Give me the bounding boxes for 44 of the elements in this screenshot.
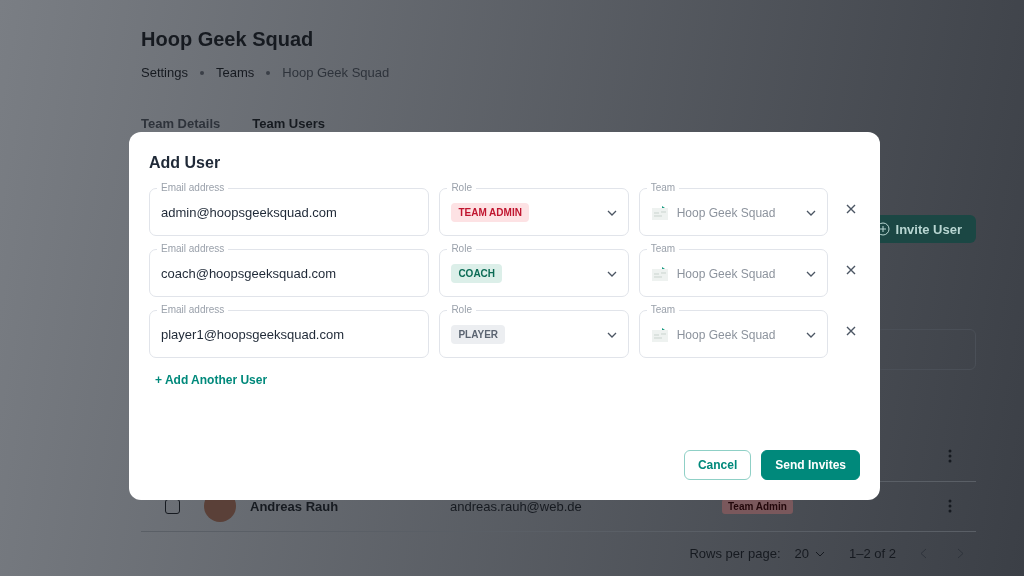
team-logo-icon bbox=[650, 204, 669, 221]
role-badge: COACH bbox=[451, 264, 503, 283]
breadcrumb-link[interactable]: Teams bbox=[216, 65, 255, 80]
chevron-down-icon bbox=[806, 270, 816, 277]
field-label: Role bbox=[450, 182, 473, 194]
role-select[interactable]: Role TEAM ADMIN bbox=[439, 182, 629, 236]
tab[interactable]: Team Users bbox=[252, 116, 325, 131]
chevron-down-icon bbox=[606, 270, 617, 277]
field-label: Team bbox=[649, 304, 677, 316]
role-badge: TEAM ADMIN bbox=[451, 203, 529, 222]
separator-dot bbox=[266, 70, 271, 75]
user-email: andreas.rauh@web.de bbox=[450, 498, 583, 514]
field-label: Role bbox=[450, 243, 473, 255]
chevron-down-icon bbox=[806, 209, 816, 216]
field-label: Team bbox=[649, 182, 677, 194]
page-title: Hoop Geek Squad bbox=[141, 28, 315, 51]
email-input[interactable]: admin@hoopsgeeksquad.com bbox=[161, 205, 418, 220]
chevron-down-icon bbox=[806, 331, 816, 338]
field-label: Email address bbox=[160, 304, 226, 316]
user-name: Andreas Rauh bbox=[250, 498, 340, 514]
tab[interactable]: Team Details bbox=[141, 116, 221, 131]
chevron-down-icon bbox=[606, 331, 617, 338]
dialog-title: Add User bbox=[149, 154, 222, 172]
email-input[interactable]: player1@hoopsgeeksquad.com bbox=[161, 327, 418, 342]
field-label: Team bbox=[649, 243, 677, 255]
role-select[interactable]: Role COACH bbox=[439, 243, 629, 297]
team-logo-icon bbox=[650, 326, 669, 343]
team-logo-icon bbox=[650, 265, 669, 282]
email-field[interactable]: Email address player1@hoopsgeeksquad.com bbox=[149, 304, 430, 358]
add-another-user-link[interactable]: + Add Another User bbox=[155, 373, 268, 387]
cancel-button[interactable]: Cancel bbox=[683, 450, 752, 480]
send-button[interactable]: Send Invites bbox=[761, 450, 860, 480]
role-badge: PLAYER bbox=[451, 325, 506, 344]
field-label: Email address bbox=[160, 182, 226, 194]
email-field[interactable]: Email address admin@hoopsgeeksquad.com bbox=[149, 182, 430, 236]
chevron-down-icon bbox=[606, 209, 617, 216]
field-label: Email address bbox=[160, 243, 226, 255]
breadcrumb-link[interactable]: Settings bbox=[141, 65, 188, 80]
chevron-down-icon bbox=[815, 550, 825, 557]
email-field[interactable]: Email address coach@hoopsgeeksquad.com bbox=[149, 243, 430, 297]
email-input[interactable]: coach@hoopsgeeksquad.com bbox=[161, 266, 418, 281]
field-label: Role bbox=[450, 304, 473, 316]
role-select[interactable]: Role PLAYER bbox=[439, 304, 629, 358]
separator-dot bbox=[200, 70, 204, 75]
